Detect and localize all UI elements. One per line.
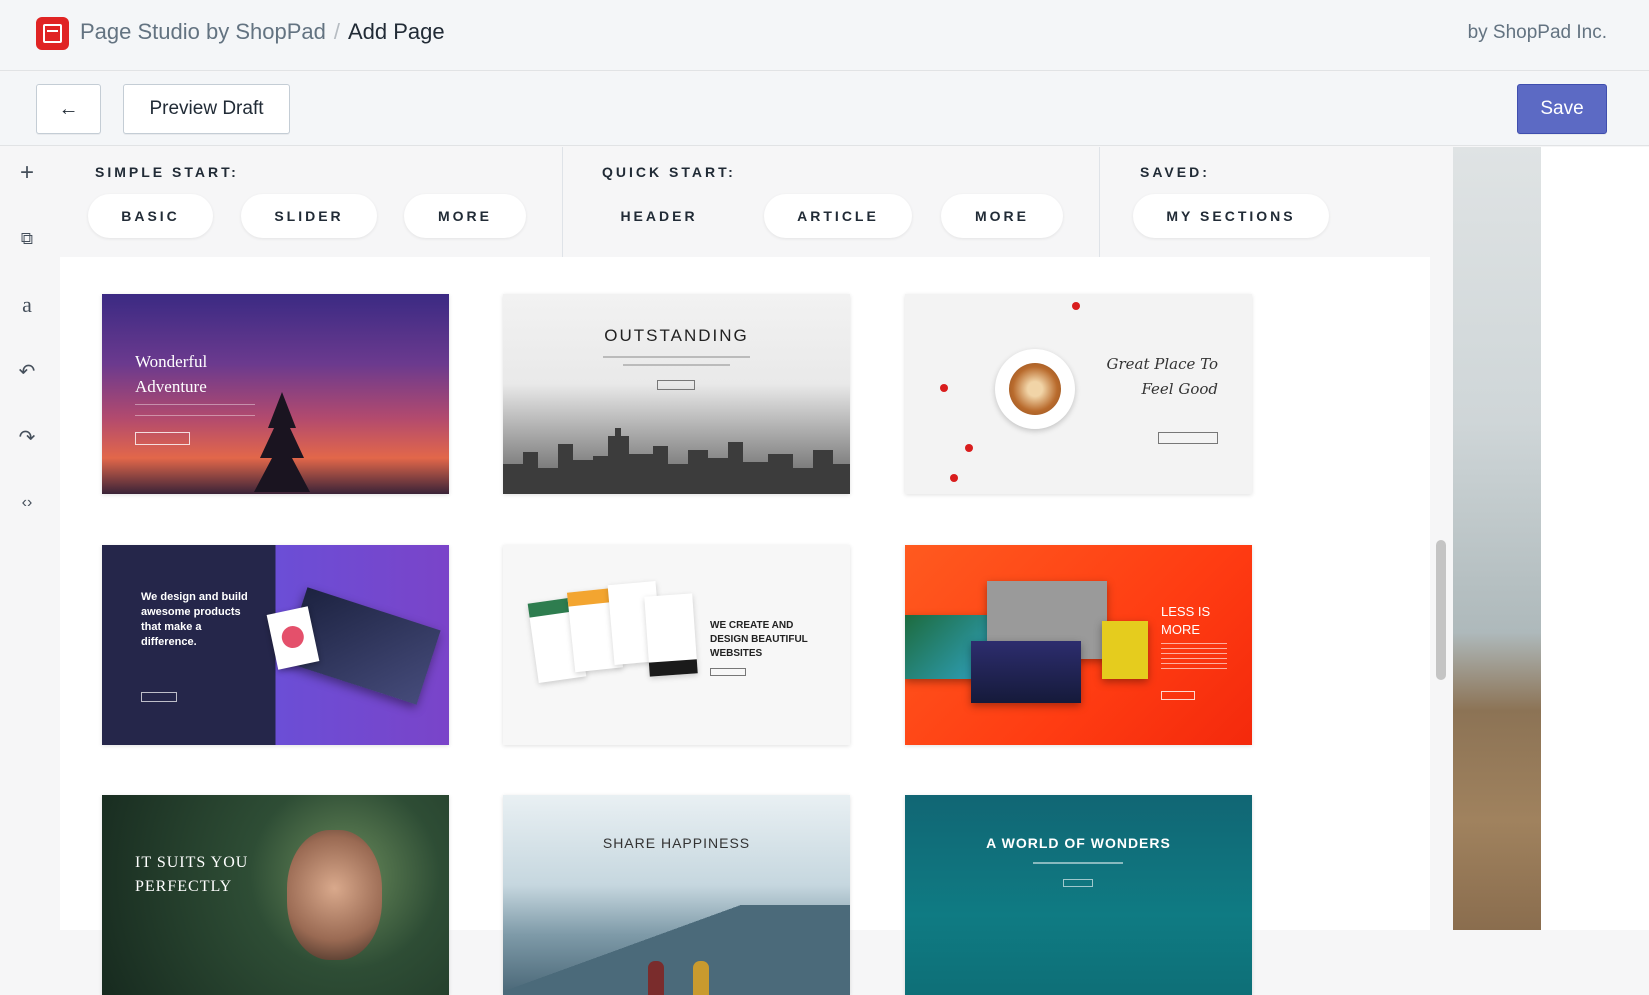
basic-pill[interactable]: BASIC	[88, 194, 213, 238]
back-button[interactable]: ←	[36, 84, 101, 134]
page-preview-area	[1541, 147, 1649, 930]
breadcrumb: Page Studio by ShopPad / Add Page	[80, 19, 445, 45]
template-cta	[135, 432, 190, 445]
header-pill[interactable]: HEADER	[585, 194, 733, 238]
template-title-line: PERFECTLY	[135, 878, 233, 895]
arrow-left-icon: ←	[58, 97, 79, 120]
vendor-credit: by ShopPad Inc.	[1467, 22, 1607, 43]
hiker-image	[693, 961, 709, 995]
template-card-share-happiness[interactable]: SHARE HAPPINESS	[503, 795, 850, 995]
template-title-line: Great Place To	[1106, 355, 1218, 373]
add-icon[interactable]: +	[13, 159, 41, 187]
template-title-line: Feel Good	[1141, 380, 1218, 398]
undo-icon[interactable]: ↶	[13, 357, 41, 385]
template-title: OUTSTANDING	[604, 326, 749, 345]
editor-tool-rail: + ⧉ a ↶ ↷ ‹›	[0, 147, 56, 930]
template-card-suits-you[interactable]: IT SUITS YOU PERFECTLY	[102, 795, 449, 995]
template-cta	[1158, 432, 1218, 444]
template-title: Wonderful Adventure	[135, 349, 207, 399]
portrait-image	[287, 830, 382, 960]
section-category-bar: SIMPLE START: BASIC SLIDER MORE QUICK ST…	[60, 147, 1453, 257]
redo-icon[interactable]: ↷	[13, 423, 41, 451]
template-title: WE CREATE AND DESIGN BEAUTIFUL WEBSITES	[710, 620, 808, 659]
template-title: IT SUITS YOU PERFECTLY	[135, 851, 248, 899]
my-sections-pill[interactable]: MY SECTIONS	[1133, 194, 1329, 238]
template-cta	[1063, 879, 1093, 887]
code-icon[interactable]: ‹›	[13, 489, 41, 517]
template-cta	[141, 692, 177, 702]
coffee-cup-image	[995, 349, 1075, 429]
template-title-line: MORE	[1161, 622, 1200, 637]
page-mockup-image	[644, 593, 698, 677]
template-subtext	[623, 364, 730, 366]
slider-pill[interactable]: SLIDER	[241, 194, 377, 238]
screenshot-image	[1102, 621, 1148, 679]
template-cta	[1161, 691, 1195, 700]
template-card-great-place[interactable]: Great Place To Feel Good	[905, 294, 1252, 494]
article-pill[interactable]: ARTICLE	[764, 194, 912, 238]
template-title-line: LESS IS	[1161, 604, 1211, 619]
page-preview-backdrop-image	[1453, 147, 1541, 930]
template-card-world-of-wonders[interactable]: A WORLD OF WONDERS	[905, 795, 1252, 995]
template-subtext	[135, 404, 255, 416]
template-title: A WORLD OF WONDERS	[986, 835, 1171, 851]
simple-start-title: SIMPLE START:	[95, 164, 239, 180]
preview-draft-button[interactable]: Preview Draft	[123, 84, 290, 134]
template-card-beautiful-websites[interactable]: WE CREATE AND DESIGN BEAUTIFUL WEBSITES	[503, 545, 850, 745]
template-subtext	[603, 356, 750, 358]
template-title: LESS IS MORE	[1161, 603, 1210, 639]
saved-group: SAVED: MY SECTIONS	[1099, 147, 1453, 257]
text-icon[interactable]: a	[13, 291, 41, 319]
pine-tree-image	[254, 392, 310, 492]
quick-start-title: QUICK START:	[602, 164, 736, 180]
simple-more-pill[interactable]: MORE	[404, 194, 526, 238]
city-skyline-image	[503, 428, 850, 494]
template-title-line: Wonderful	[135, 352, 208, 371]
template-title: Great Place To Feel Good	[1106, 352, 1218, 402]
template-subtext	[1033, 862, 1123, 864]
template-title: SHARE HAPPINESS	[602, 835, 751, 851]
template-title: We design and build awesome products tha…	[141, 591, 248, 648]
template-grid-scrollbar[interactable]	[1436, 540, 1446, 680]
simple-start-group: SIMPLE START: BASIC SLIDER MORE	[60, 147, 562, 257]
berry-image	[940, 384, 948, 392]
berry-image	[950, 474, 958, 482]
berry-image	[1072, 302, 1080, 310]
quick-more-pill[interactable]: MORE	[941, 194, 1063, 238]
hiker-image	[648, 961, 664, 995]
template-grid: Wonderful Adventure OUTSTANDING Great Pl…	[60, 257, 1430, 995]
page-title: Add Page	[347, 19, 445, 44]
toolbar: ← Preview Draft Save	[0, 72, 1649, 146]
save-button[interactable]: Save	[1517, 84, 1607, 134]
saved-title: SAVED:	[1140, 164, 1210, 180]
breadcrumb-app-name[interactable]: Page Studio by ShopPad	[80, 19, 326, 45]
template-subtext	[1161, 643, 1227, 673]
template-card-less-is-more[interactable]: LESS IS MORE	[905, 545, 1252, 745]
template-title-line: Adventure	[135, 377, 207, 396]
top-bar: Page Studio by ShopPad / Add Page by Sho…	[0, 0, 1649, 71]
mountain-image	[503, 905, 850, 995]
duplicate-icon[interactable]: ⧉	[13, 225, 41, 253]
template-card-outstanding[interactable]: OUTSTANDING	[503, 294, 850, 494]
template-title-line: IT SUITS YOU	[135, 854, 249, 871]
quick-start-group: QUICK START: HEADER ARTICLE MORE	[562, 147, 1099, 257]
template-card-wonderful-adventure[interactable]: Wonderful Adventure	[102, 294, 449, 494]
template-card-design-products[interactable]: We design and build awesome products tha…	[102, 545, 449, 745]
template-cta	[710, 668, 746, 676]
breadcrumb-separator: /	[333, 19, 340, 44]
page-studio-logo-icon	[36, 17, 69, 50]
template-cta	[657, 380, 695, 390]
screenshot-image	[971, 641, 1081, 703]
berry-image	[965, 444, 973, 452]
